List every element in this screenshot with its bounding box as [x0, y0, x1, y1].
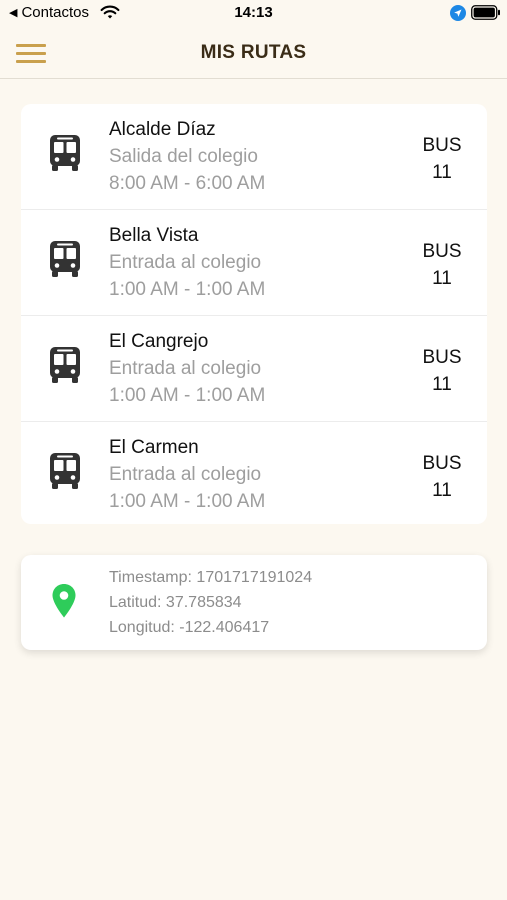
- route-time: 1:00 AM - 1:00 AM: [109, 385, 266, 406]
- bus-badge: BUS 11: [417, 132, 467, 186]
- location-latitude: Latitud: 37.785834: [109, 594, 242, 611]
- route-item[interactable]: El Cangrejo Entrada al colegio 1:00 AM -…: [21, 316, 487, 422]
- route-type: Entrada al colegio: [109, 464, 262, 485]
- route-type: Salida del colegio: [109, 146, 258, 167]
- route-time: 8:00 AM - 6:00 AM: [109, 173, 266, 194]
- route-time: 1:00 AM - 1:00 AM: [109, 279, 266, 300]
- route-item[interactable]: Alcalde Díaz Salida del colegio 8:00 AM …: [21, 104, 487, 210]
- bus-icon: [50, 453, 80, 489]
- bus-badge: BUS 11: [417, 238, 467, 292]
- route-name: Bella Vista: [109, 225, 199, 246]
- location-longitude: Longitud: -122.406417: [109, 619, 270, 636]
- route-type: Entrada al colegio: [109, 252, 262, 273]
- routes-list: Alcalde Díaz Salida del colegio 8:00 AM …: [21, 104, 487, 524]
- bus-icon: [50, 135, 80, 171]
- bus-label: BUS: [422, 241, 462, 262]
- bus-label: BUS: [422, 347, 462, 368]
- route-name: Alcalde Díaz: [109, 119, 216, 140]
- route-name: El Cangrejo: [109, 331, 209, 352]
- bus-icon: [50, 347, 80, 383]
- status-time: 14:13: [234, 4, 273, 21]
- status-bar: ◀ Contactos 14:13: [0, 0, 507, 28]
- bus-badge: BUS 11: [417, 344, 467, 398]
- bus-icon: [50, 241, 80, 277]
- bus-label: BUS: [422, 453, 462, 474]
- location-arrow-icon: [450, 5, 466, 21]
- route-time: 1:00 AM - 1:00 AM: [109, 491, 266, 512]
- location-card: Timestamp: 1701717191024 Latitud: 37.785…: [21, 555, 487, 650]
- route-item[interactable]: El Carmen Entrada al colegio 1:00 AM - 1…: [21, 422, 487, 524]
- page-title: MIS RUTAS: [200, 42, 307, 63]
- nav-bar: MIS RUTAS: [0, 28, 507, 79]
- route-name: El Carmen: [109, 437, 199, 458]
- bus-label: BUS: [422, 135, 462, 156]
- bus-badge: BUS 11: [417, 450, 467, 504]
- bus-number: 11: [432, 268, 452, 289]
- route-type: Entrada al colegio: [109, 358, 262, 379]
- bus-number: 11: [432, 480, 452, 501]
- bus-number: 11: [432, 162, 452, 183]
- location-pin-icon: [52, 584, 76, 618]
- route-item[interactable]: Bella Vista Entrada al colegio 1:00 AM -…: [21, 210, 487, 316]
- location-timestamp: Timestamp: 1701717191024: [109, 569, 313, 586]
- battery-icon: [471, 5, 500, 20]
- bus-number: 11: [432, 374, 452, 395]
